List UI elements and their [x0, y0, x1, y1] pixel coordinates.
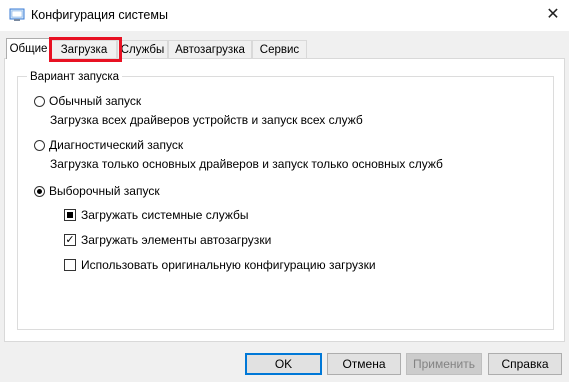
radio-label: Диагностический запуск — [49, 138, 184, 152]
checkbox-label: Загружать элементы автозагрузки — [81, 233, 272, 247]
checkbox-label: Загружать системные службы — [81, 208, 249, 222]
title-bar: Конфигурация системы ✕ — [0, 0, 569, 31]
checkbox-indeterminate[interactable] — [64, 209, 76, 221]
tab-highlight-box — [49, 37, 122, 62]
help-button[interactable]: Справка — [488, 353, 562, 375]
close-button[interactable]: ✕ — [540, 4, 566, 26]
apply-button[interactable]: Применить — [406, 353, 482, 375]
checkbox-load-startup-items[interactable]: ✓ Загружать элементы автозагрузки — [64, 233, 271, 247]
close-icon: ✕ — [546, 6, 560, 23]
tab-startup[interactable]: Автозагрузка — [168, 40, 252, 58]
cancel-button[interactable]: Отмена — [327, 353, 401, 375]
option-description: Загрузка всех драйверов устройств и запу… — [50, 113, 363, 127]
radio-selective-startup[interactable]: Выборочный запуск — [34, 184, 160, 198]
window-title: Конфигурация системы — [31, 8, 168, 22]
radio-button-selected[interactable] — [34, 185, 45, 197]
check-icon: ✓ — [65, 234, 75, 246]
tab-tools[interactable]: Сервис — [252, 40, 307, 58]
ok-button[interactable]: OK — [245, 353, 322, 375]
radio-button[interactable] — [34, 95, 45, 107]
group-title: Вариант запуска — [27, 71, 123, 83]
checkbox-load-system-services[interactable]: Загружать системные службы — [64, 208, 249, 222]
checkbox-label: Использовать оригинальную конфигурацию з… — [81, 258, 376, 272]
checkbox-checked[interactable]: ✓ — [64, 234, 76, 246]
checkbox-unchecked[interactable] — [64, 259, 76, 271]
radio-normal-startup[interactable]: Обычный запуск — [34, 94, 141, 108]
checkbox-use-original-boot-config[interactable]: Использовать оригинальную конфигурацию з… — [64, 258, 376, 272]
radio-diagnostic-startup[interactable]: Диагностический запуск — [34, 138, 183, 152]
option-description: Загрузка только основных драйверов и зап… — [50, 157, 443, 171]
radio-button[interactable] — [34, 139, 45, 151]
radio-label: Обычный запуск — [49, 94, 142, 108]
tab-services[interactable]: Службы — [117, 40, 168, 58]
tab-general[interactable]: Общие — [6, 38, 51, 59]
system-config-icon — [9, 8, 25, 21]
radio-label: Выборочный запуск — [49, 184, 160, 198]
